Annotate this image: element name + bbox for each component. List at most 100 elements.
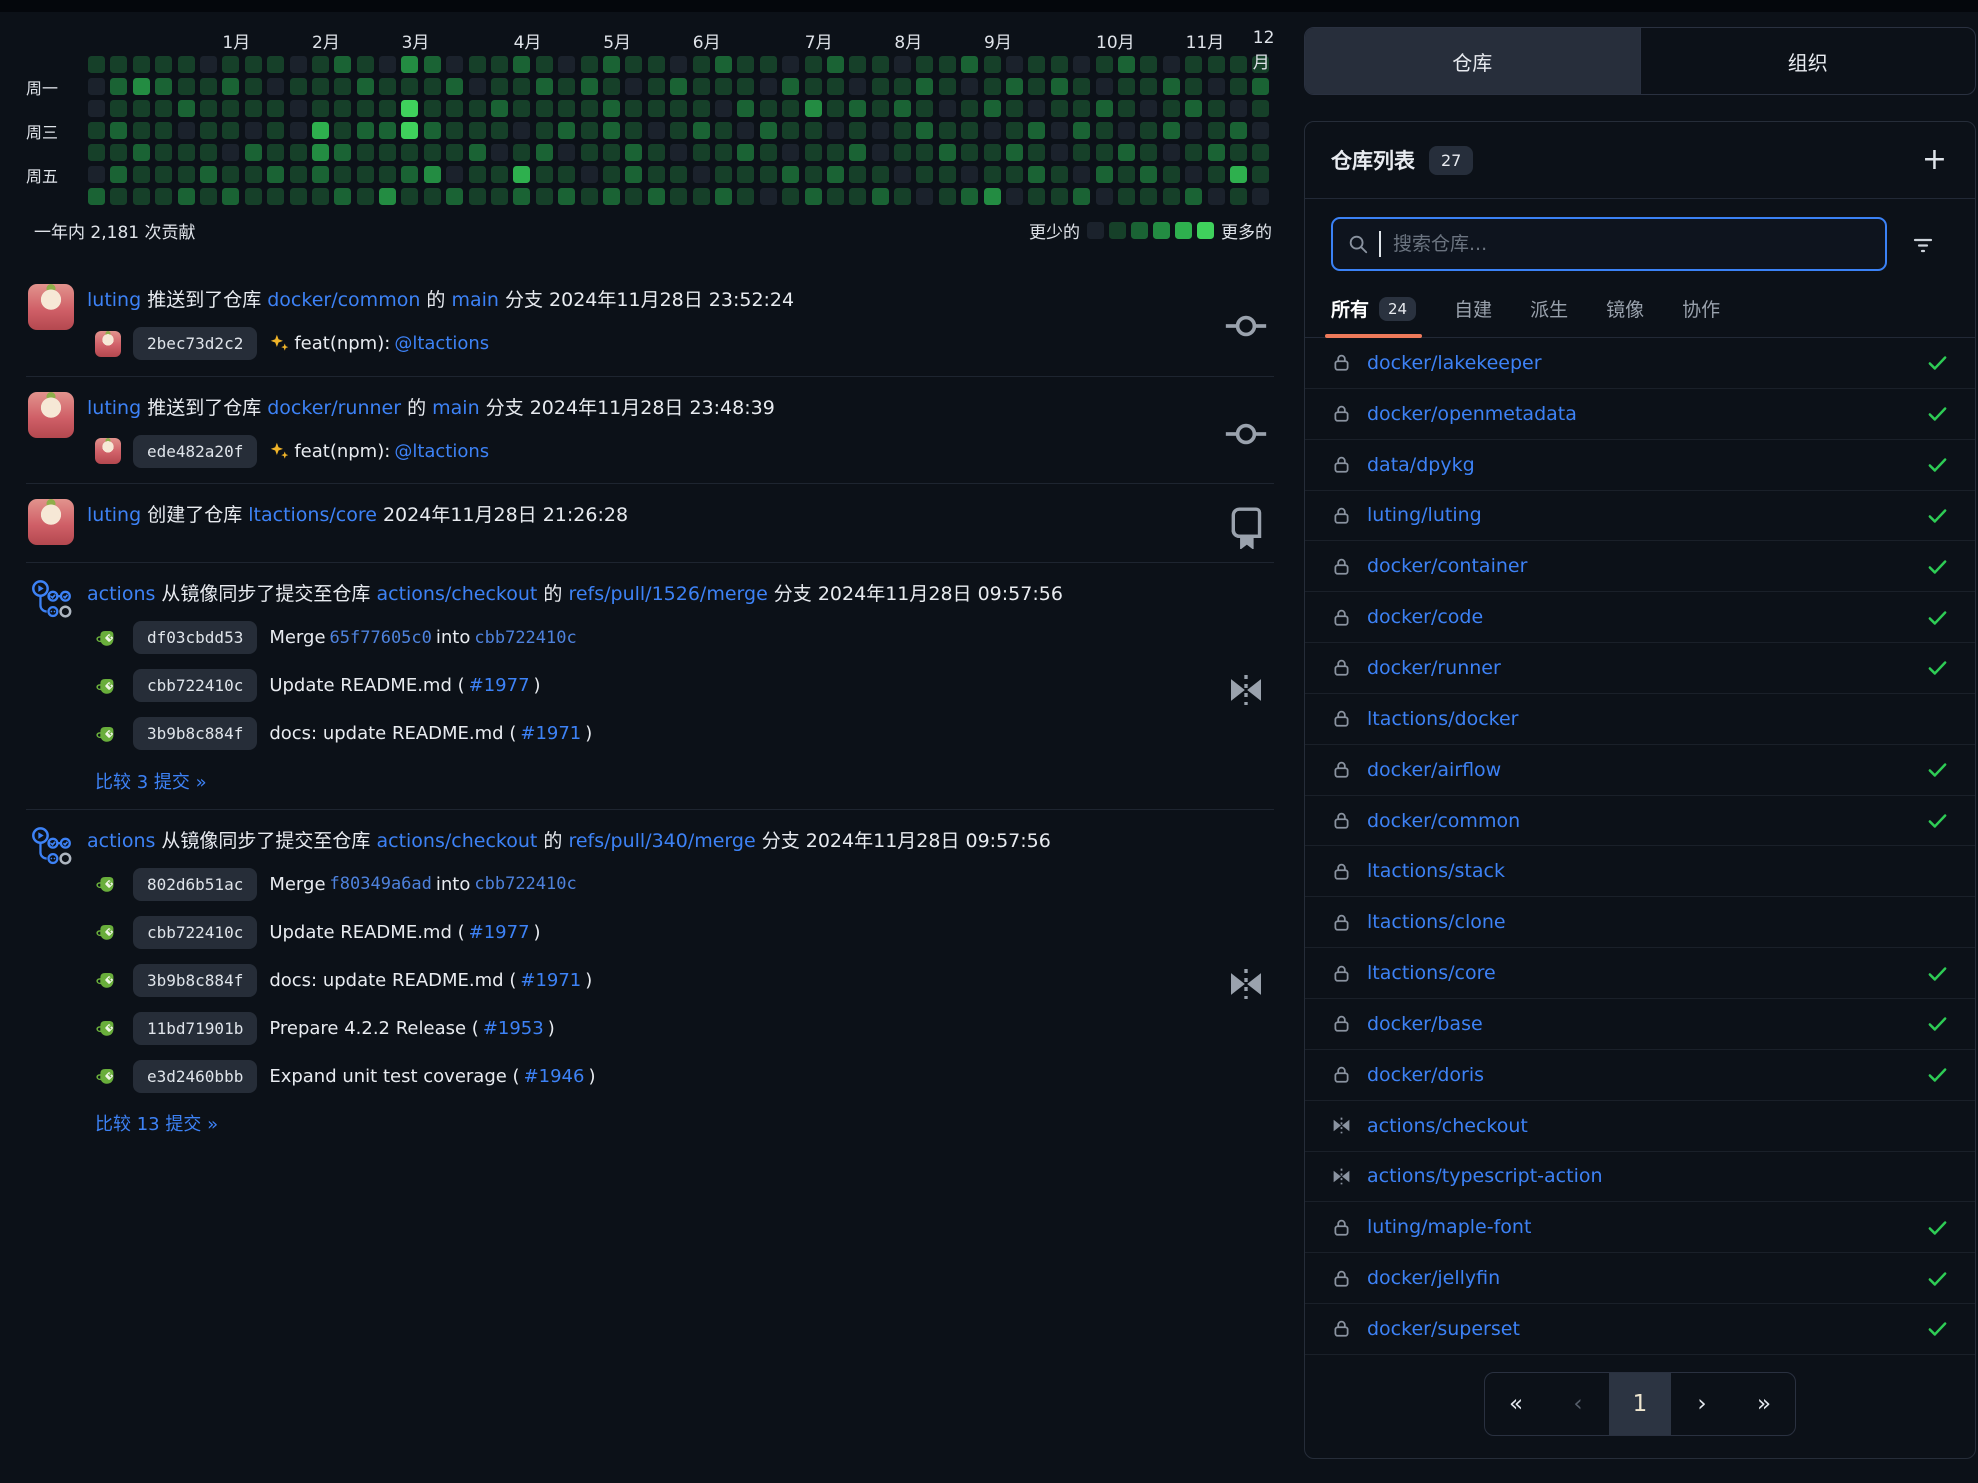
heatmap-cell — [737, 56, 754, 73]
commit-hash-badge[interactable]: cbb722410c — [133, 669, 257, 702]
filter-button[interactable] — [1897, 219, 1949, 269]
repo-link[interactable]: actions/checkout — [1367, 1115, 1528, 1137]
activity-link[interactable]: actions — [87, 830, 155, 852]
repo-search-input[interactable] — [1391, 232, 1871, 256]
heatmap-cell — [581, 166, 598, 183]
filter-tab[interactable]: 所有24 — [1331, 295, 1416, 337]
workflow-icon — [28, 825, 74, 871]
repo-link[interactable]: luting/maple-font — [1367, 1216, 1531, 1238]
filter-icon — [1911, 232, 1935, 256]
first-page-button[interactable]: « — [1485, 1373, 1547, 1435]
commit-hash-badge[interactable]: df03cbdd53 — [133, 621, 257, 654]
heatmap-cell — [536, 100, 553, 117]
commit-hash-link[interactable]: cbb722410c — [474, 628, 576, 648]
repo-link[interactable]: docker/lakekeeper — [1367, 352, 1542, 374]
repo-link[interactable]: docker/runner — [1367, 657, 1501, 679]
activity-link[interactable]: actions/checkout — [376, 583, 537, 605]
heatmap-cell — [379, 166, 396, 183]
heatmap-cell — [581, 144, 598, 161]
check-icon — [1926, 656, 1949, 679]
repo-row: docker/code — [1305, 592, 1975, 643]
current-page-button[interactable]: 1 — [1609, 1373, 1671, 1435]
activity-link[interactable]: actions — [87, 583, 155, 605]
heatmap-cell — [1208, 78, 1225, 95]
last-page-button[interactable]: » — [1733, 1373, 1795, 1435]
repo-row: docker/common — [1305, 796, 1975, 847]
repo-link[interactable]: docker/jellyfin — [1367, 1267, 1500, 1289]
repo-link[interactable]: docker/openmetadata — [1367, 403, 1577, 425]
activity-link[interactable]: #1946 — [524, 1066, 585, 1087]
activity-link[interactable]: #1977 — [469, 675, 530, 696]
tab-organizations[interactable]: 组织 — [1640, 28, 1976, 94]
activity-link[interactable]: docker/common — [267, 289, 420, 311]
commit-hash-badge[interactable]: 3b9b8c884f — [133, 717, 257, 750]
compare-commits-link[interactable]: 比较 13 提交 » — [95, 1110, 218, 1136]
activity-link[interactable]: #1977 — [469, 922, 530, 943]
activity-link[interactable]: luting — [87, 504, 141, 526]
heatmap-cell — [1051, 144, 1068, 161]
heatmap-cell — [760, 100, 777, 117]
commit-hash-badge[interactable]: cbb722410c — [133, 916, 257, 949]
commit-hash-badge[interactable]: ede482a20f — [133, 435, 257, 468]
commit-hash-link[interactable]: 65f77605c0 — [330, 628, 432, 648]
filter-tab[interactable]: 镜像 — [1606, 295, 1644, 337]
activity-link[interactable]: luting — [87, 289, 141, 311]
repo-link[interactable]: docker/doris — [1367, 1064, 1484, 1086]
repo-link[interactable]: ltactions/stack — [1367, 860, 1505, 882]
heatmap-cell — [1096, 78, 1113, 95]
repo-link[interactable]: ltactions/docker — [1367, 708, 1518, 730]
filter-tab[interactable]: 自建 — [1454, 295, 1492, 337]
activity-link[interactable]: #1953 — [483, 1018, 544, 1039]
heatmap-cell — [961, 188, 978, 205]
commit-hash-link[interactable]: f80349a6ad — [330, 874, 432, 894]
heatmap-cell — [872, 56, 889, 73]
heatmap-cell — [1185, 78, 1202, 95]
activity-link[interactable]: #1971 — [520, 970, 581, 991]
heatmap-cell — [1028, 100, 1045, 117]
commit-hash-badge[interactable]: e3d2460bbb — [133, 1060, 257, 1093]
activity-link[interactable]: refs/pull/340/merge — [568, 830, 755, 852]
commit-hash-link[interactable]: cbb722410c — [474, 874, 576, 894]
commit-hash-badge[interactable]: 802d6b51ac — [133, 868, 257, 901]
tab-repositories[interactable]: 仓库 — [1305, 28, 1640, 94]
repo-link[interactable]: data/dpykg — [1367, 454, 1475, 476]
repo-link[interactable]: docker/superset — [1367, 1318, 1520, 1340]
add-repo-button[interactable]: + — [1920, 145, 1949, 175]
repo-link[interactable]: docker/container — [1367, 555, 1527, 577]
commit-hash-badge[interactable]: 3b9b8c884f — [133, 964, 257, 997]
repo-link[interactable]: ltactions/clone — [1367, 911, 1506, 933]
commit-hash-badge[interactable]: 2bec73d2c2 — [133, 327, 257, 360]
repo-link[interactable]: docker/common — [1367, 810, 1520, 832]
repo-link[interactable]: docker/base — [1367, 1013, 1483, 1035]
activity-link[interactable]: main — [451, 289, 498, 311]
repo-link[interactable]: ltactions/core — [1367, 962, 1496, 984]
commit-row: 3b9b8c884fdocs: update README.md (#1971) — [95, 715, 1207, 753]
heatmap-month-label: 4月 — [514, 28, 542, 53]
activity-link[interactable]: actions/checkout — [376, 830, 537, 852]
commit-hash-badge[interactable]: 11bd71901b — [133, 1012, 257, 1045]
activity-link[interactable]: ltactions/core — [248, 504, 377, 526]
activity-link[interactable]: luting — [87, 397, 141, 419]
filter-tab[interactable]: 派生 — [1530, 295, 1568, 337]
repo-link[interactable]: docker/code — [1367, 606, 1483, 628]
activity-header: actions 从镜像同步了提交至仓库 actions/checkout 的 r… — [87, 578, 1207, 609]
compare-commits-link[interactable]: 比较 3 提交 » — [95, 768, 207, 794]
activity-link[interactable]: refs/pull/1526/merge — [568, 583, 767, 605]
heatmap-cell — [178, 188, 195, 205]
repo-link[interactable]: docker/airflow — [1367, 759, 1501, 781]
activity-text: feat(npm): — [294, 441, 390, 462]
heatmap-cell — [1073, 56, 1090, 73]
heatmap-cell — [178, 78, 195, 95]
activity-link[interactable]: @ltactions — [394, 333, 489, 354]
repo-link[interactable]: actions/typescript-action — [1367, 1165, 1603, 1187]
activity-link[interactable]: main — [432, 397, 479, 419]
activity-link[interactable]: docker/runner — [267, 397, 401, 419]
next-page-button[interactable]: › — [1671, 1373, 1733, 1435]
repo-link[interactable]: luting/luting — [1367, 504, 1482, 526]
heatmap-cell — [872, 166, 889, 183]
filter-tab[interactable]: 协作 — [1682, 295, 1720, 337]
lock-icon — [1331, 454, 1352, 475]
activity-link[interactable]: @ltactions — [394, 441, 489, 462]
gitea-avatar — [95, 967, 121, 993]
activity-link[interactable]: #1971 — [520, 723, 581, 744]
